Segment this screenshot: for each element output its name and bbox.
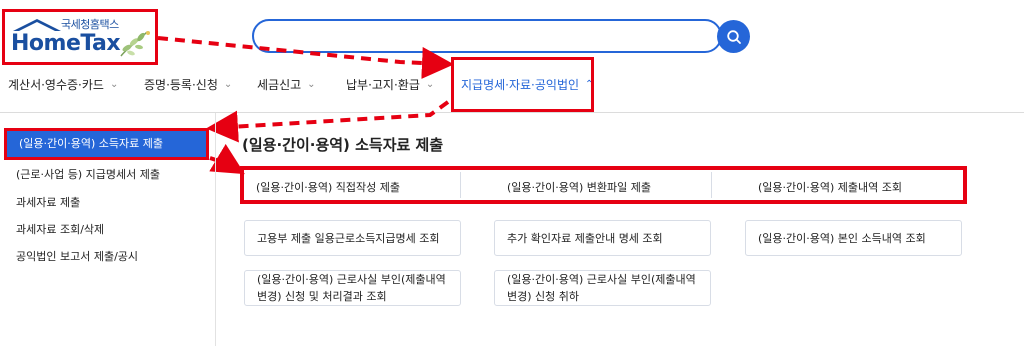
sidebar-item-tax-data-inquiry[interactable]: 과세자료 조회/삭제 <box>16 221 104 237</box>
card-labor-denial-request-withdraw[interactable]: (일용·간이·용역) 근로사실 부인(제출내역 변경) 신청 취하 <box>494 270 711 306</box>
row1-separator <box>460 172 461 198</box>
card-own-income-history-inquiry[interactable]: (일용·간이·용역) 본인 소득내역 조회 <box>745 220 962 256</box>
card-labor-denial-request-result[interactable]: (일용·간이·용역) 근로사실 부인(제출내역 변경) 신청 및 처리결과 조회 <box>244 270 461 306</box>
card-submission-history-inquiry[interactable]: (일용·간이·용역) 제출내역 조회 <box>758 179 902 195</box>
card-converted-file-submit[interactable]: (일용·간이·용역) 변환파일 제출 <box>507 179 651 195</box>
card-label: (일용·간이·용역) 본인 소득내역 조회 <box>758 231 926 245</box>
sidebar-item-label: (일용·간이·용역) 소득자료 제출 <box>19 137 164 150</box>
card-label: 고용부 제출 일용근로소득지급명세 조회 <box>257 231 440 245</box>
card-label: 추가 확인자료 제출안내 명세 조회 <box>507 231 663 245</box>
sidebar-divider <box>215 113 216 346</box>
card-label: (일용·간이·용역) 근로사실 부인(제출내역 변경) 신청 취하 <box>507 273 696 303</box>
page-title: (일용·간이·용역) 소득자료 제출 <box>242 136 444 154</box>
card-label: (일용·간이·용역) 근로사실 부인(제출내역 변경) 신청 및 처리결과 조회 <box>257 273 446 303</box>
sidebar-item-payment-statement-submit[interactable]: (근로·사업 등) 지급명세서 제출 <box>16 166 160 182</box>
arrow-logo-to-nav <box>157 36 454 79</box>
arrow-nav-to-sidebar <box>206 100 450 143</box>
sidebar-item-income-data-submit[interactable]: (일용·간이·용역) 소득자료 제출 <box>4 128 209 160</box>
card-labor-ministry-daily-income-inquiry[interactable]: 고용부 제출 일용근로소득지급명세 조회 <box>244 220 461 256</box>
sidebar-item-tax-data-submit[interactable]: 과세자료 제출 <box>16 194 80 210</box>
sidebar-item-public-corp-report[interactable]: 공익법인 보고서 제출/공시 <box>16 248 138 264</box>
card-additional-data-notice-inquiry[interactable]: 추가 확인자료 제출안내 명세 조회 <box>494 220 711 256</box>
row1-separator <box>711 172 712 198</box>
card-direct-write-submit[interactable]: (일용·간이·용역) 직접작성 제출 <box>256 179 400 195</box>
